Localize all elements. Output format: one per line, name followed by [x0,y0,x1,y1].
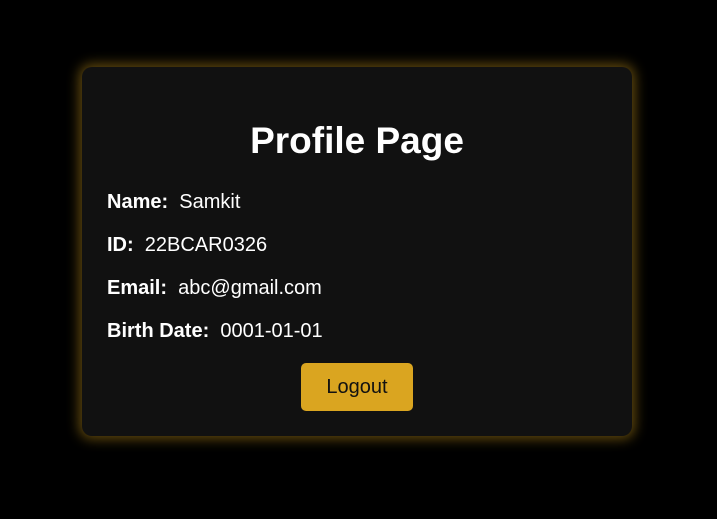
id-label: ID: [107,234,140,256]
page-title: Profile Page [250,120,464,161]
birth-date-label: Birth Date: [107,320,215,342]
email-value: abc@gmail.com [178,277,322,299]
birth-date-value: 0001-01-01 [220,320,323,342]
id-value: 22BCAR0326 [144,234,268,256]
birth-date-field: Birth Date: 0001-01-01 [107,319,323,343]
name-field: Name: Samkit [107,190,240,214]
profile-card: Profile Page Name: Samkit ID: 22BCAR0326… [82,67,632,436]
logout-button[interactable]: Logout [301,363,413,411]
page-background: Profile Page Name: Samkit ID: 22BCAR0326… [0,0,717,519]
email-field: Email: abc@gmail.com [107,276,322,300]
email-label: Email: [107,277,173,299]
id-field: ID: 22BCAR0326 [107,233,267,257]
name-label: Name: [107,191,174,213]
name-value: Samkit [179,191,241,213]
